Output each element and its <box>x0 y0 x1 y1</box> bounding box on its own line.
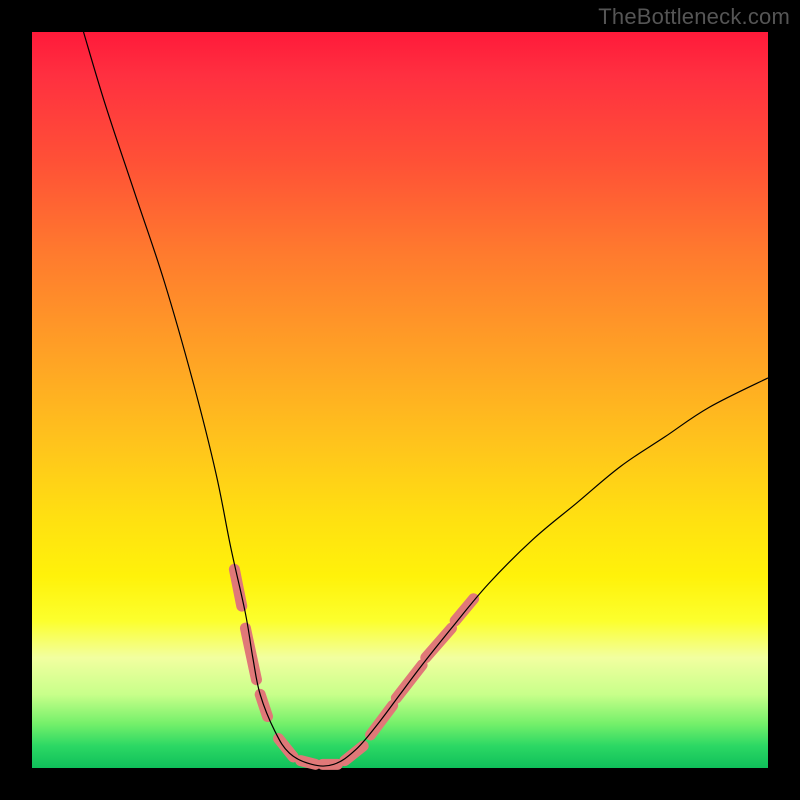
watermark-text: TheBottleneck.com <box>598 4 790 30</box>
chart-frame: TheBottleneck.com <box>0 0 800 800</box>
marker-segment <box>234 569 241 606</box>
marker-segment <box>455 599 473 621</box>
plot-area <box>32 32 768 768</box>
marker-segment <box>345 746 363 761</box>
marker-layer <box>234 569 473 764</box>
chart-svg <box>32 32 768 768</box>
